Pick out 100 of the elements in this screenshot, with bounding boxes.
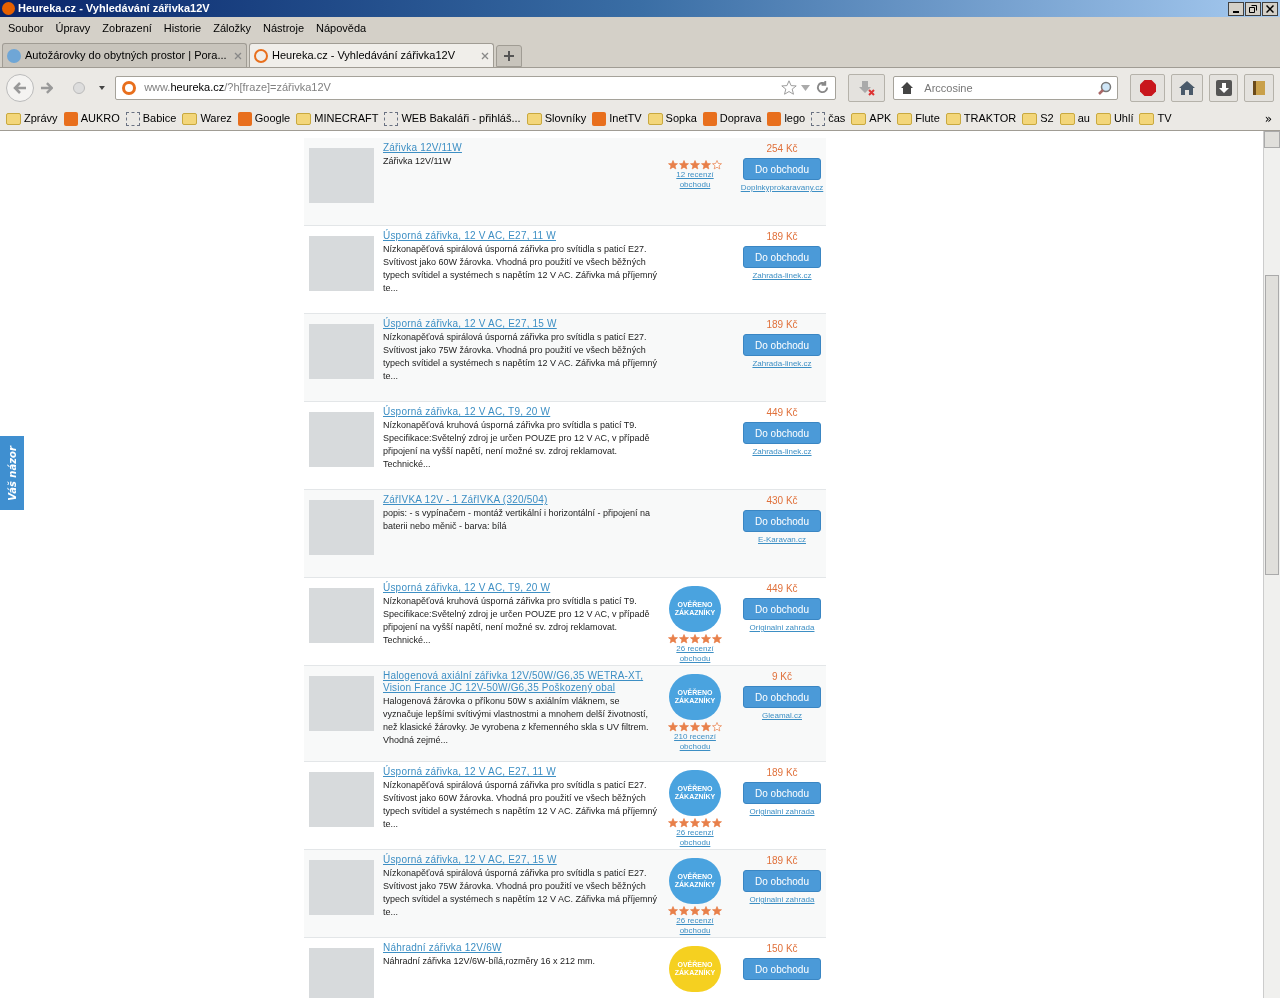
bookmark-item[interactable]: Google xyxy=(235,110,293,127)
star-filled-icon xyxy=(668,160,678,170)
bookmark-item[interactable]: AUKRO xyxy=(61,110,122,127)
product-title-link[interactable]: Úsporná zářivka, 12 V AC, T9, 20 W xyxy=(383,582,658,594)
close-icon[interactable] xyxy=(481,51,489,60)
bookmark-item[interactable]: Babice xyxy=(123,110,179,127)
product-title-link[interactable]: ZářIVKA 12V - 1 ZářIVKA (320/504) xyxy=(383,494,658,506)
menu-item[interactable]: Soubor xyxy=(2,20,50,37)
shop-link[interactable]: Originalni zahrada xyxy=(749,894,815,906)
bookmark-item[interactable]: InetTV xyxy=(590,110,644,127)
bookmark-item[interactable]: Zprávy xyxy=(4,110,60,127)
reviews-link[interactable]: 210 recenzí obchodu xyxy=(665,732,725,752)
product-title-link[interactable]: Halogenová axiální zářivka 12V/50W/G6,35 WETRA-XT, Vision France JC 12V-50W/G6,35 Poškozený obal xyxy=(383,670,658,694)
bookmark-item[interactable]: lego xyxy=(765,110,808,127)
shop-link[interactable]: Zahrada-linek.cz xyxy=(752,270,812,282)
bookmark-item[interactable]: TV xyxy=(1137,110,1174,127)
shop-button[interactable]: Do obchodu xyxy=(743,334,821,356)
product-title-link[interactable]: Zářivka 12V/11W xyxy=(383,142,658,154)
shop-button[interactable]: Do obchodu xyxy=(743,246,821,268)
bookmark-item[interactable]: WEB Bakaláři - přihláš... xyxy=(382,110,523,127)
bookmark-item[interactable]: Sopka xyxy=(645,110,699,127)
price: 189 Kč xyxy=(766,231,798,243)
bookmark-item[interactable]: S2 xyxy=(1020,110,1056,127)
house-icon[interactable] xyxy=(900,80,915,95)
product-description: Nízkonapěťová spirálová úsporná zářivka pro svítidla s paticí E27. Svítivost jako 60W žárovka. Vhodná pro použití ve všech běžných typech svítidel a systémech s napětím 12 V AC. Zářivka má příjemný te... xyxy=(383,243,658,295)
menu-item[interactable]: Historie xyxy=(157,20,208,37)
bookmark-item[interactable]: MINECRAFT xyxy=(294,110,381,127)
scrollbar[interactable] xyxy=(1263,131,1280,998)
product-title-link[interactable]: Úsporná zářivka, 12 V AC, T9, 20 W xyxy=(383,406,658,418)
star-filled-icon xyxy=(668,906,678,916)
bookmark-item[interactable]: čas xyxy=(809,110,848,127)
address-bar[interactable]: www.heureka.cz/?h[fraze]=zářivka12V xyxy=(115,75,836,100)
close-button[interactable] xyxy=(1262,1,1278,16)
shop-link[interactable]: Doplnkyprokaravany.cz xyxy=(740,182,824,194)
shop-link[interactable]: Gleamal.cz xyxy=(762,710,802,722)
product-title-link[interactable]: Úsporná zářivka, 12 V AC, E27, 15 W xyxy=(383,854,658,866)
bookmark-item[interactable]: au xyxy=(1057,110,1092,127)
browser-tab[interactable]: Heureka.cz - Vyhledávání zářivka12V xyxy=(249,43,494,67)
home-button[interactable] xyxy=(1171,73,1203,102)
menu-item[interactable]: Nápověda xyxy=(310,20,373,37)
bookmark-item[interactable]: TRAKTOR xyxy=(943,110,1019,127)
forward-arrow-icon[interactable] xyxy=(39,81,54,94)
menu-item[interactable]: Úpravy xyxy=(49,20,97,37)
shop-link[interactable]: Originalni zahrada xyxy=(749,622,815,634)
product-title-link[interactable]: Úsporná zářivka, 12 V AC, E27, 11 W xyxy=(383,766,658,778)
notebook-button[interactable] xyxy=(1244,73,1274,102)
new-tab-button[interactable] xyxy=(496,45,522,67)
folder-icon xyxy=(296,112,312,125)
adblock-button[interactable] xyxy=(1129,73,1166,102)
product-title-link[interactable]: Úsporná zářivka, 12 V AC, E27, 11 W xyxy=(383,230,658,242)
bookmark-item[interactable]: Flute xyxy=(895,110,942,127)
search-field[interactable]: Arccosine xyxy=(924,77,1095,98)
shop-button[interactable]: Do obchodu xyxy=(743,782,821,804)
shop-button[interactable]: Do obchodu xyxy=(743,510,821,532)
bookmark-star-icon[interactable] xyxy=(780,79,797,96)
reviews-link[interactable]: 26 recenzí obchodu xyxy=(665,916,725,936)
menu-item[interactable]: Zobrazení xyxy=(96,20,158,37)
menu-item[interactable]: Záložky xyxy=(207,20,258,37)
shop-button[interactable]: Do obchodu xyxy=(743,158,821,180)
shop-button[interactable]: Do obchodu xyxy=(743,598,821,620)
reviews-link[interactable]: 12 recenzí obchodu xyxy=(665,170,725,190)
browser-tab[interactable]: Autožárovky do obytných prostor | Pora... xyxy=(2,43,247,67)
reload-icon[interactable] xyxy=(815,81,829,94)
photo-placeholder xyxy=(309,324,374,379)
star-filled-icon xyxy=(668,634,678,644)
star-filled-icon xyxy=(679,722,689,732)
minimize-button[interactable] xyxy=(1228,1,1244,16)
close-icon xyxy=(1266,4,1274,13)
price: 150 Kč xyxy=(766,943,798,955)
shop-link[interactable]: Zahrada-linek.cz xyxy=(752,446,812,458)
bookmark-item[interactable]: Uhlí xyxy=(1093,110,1136,127)
folder-icon xyxy=(851,112,867,125)
restore-button[interactable] xyxy=(1245,1,1261,16)
shop-button[interactable]: Do obchodu xyxy=(743,870,821,892)
bookmark-item[interactable]: Slovníky xyxy=(524,110,589,127)
shop-button[interactable]: Do obchodu xyxy=(743,686,821,708)
blank-page-icon xyxy=(125,111,140,126)
bookmark-item[interactable]: Warez xyxy=(180,110,234,127)
reviews-link[interactable]: 26 recenzí obchodu xyxy=(665,644,725,664)
search-icon[interactable] xyxy=(1097,80,1112,95)
product-title-link[interactable]: Úsporná zářivka, 12 V AC, E27, 15 W xyxy=(383,318,658,330)
downloads-button[interactable] xyxy=(1208,73,1239,102)
search-bar[interactable]: Arccosine xyxy=(893,75,1118,100)
product-description: Zářivka 12V/11W xyxy=(383,155,453,168)
bookmark-item[interactable]: APK xyxy=(849,110,894,127)
reviews-link[interactable]: 26 recenzí obchodu xyxy=(665,828,725,848)
product-title-link[interactable]: Náhradní zářivka 12V/6W xyxy=(383,942,658,954)
more-bookmarks-chevron[interactable]: » xyxy=(1264,109,1272,128)
shop-link[interactable]: Originalni zahrada xyxy=(749,806,815,818)
menu-item[interactable]: Nástroje xyxy=(257,20,311,37)
shop-link[interactable]: E-Karavan.cz xyxy=(758,534,806,546)
dropdown-caret-icon[interactable] xyxy=(99,85,106,90)
feedback-side-tab[interactable]: Váš názor xyxy=(0,436,24,510)
bookmark-item[interactable]: Doprava xyxy=(700,110,764,127)
back-button[interactable] xyxy=(6,73,34,102)
notebook-icon xyxy=(1252,79,1267,96)
shop-link[interactable]: Zahrada-linek.cz xyxy=(752,358,812,370)
browser-logo-icon xyxy=(2,2,15,15)
shop-button[interactable]: Do obchodu xyxy=(743,958,821,980)
shop-button[interactable]: Do obchodu xyxy=(743,422,821,444)
